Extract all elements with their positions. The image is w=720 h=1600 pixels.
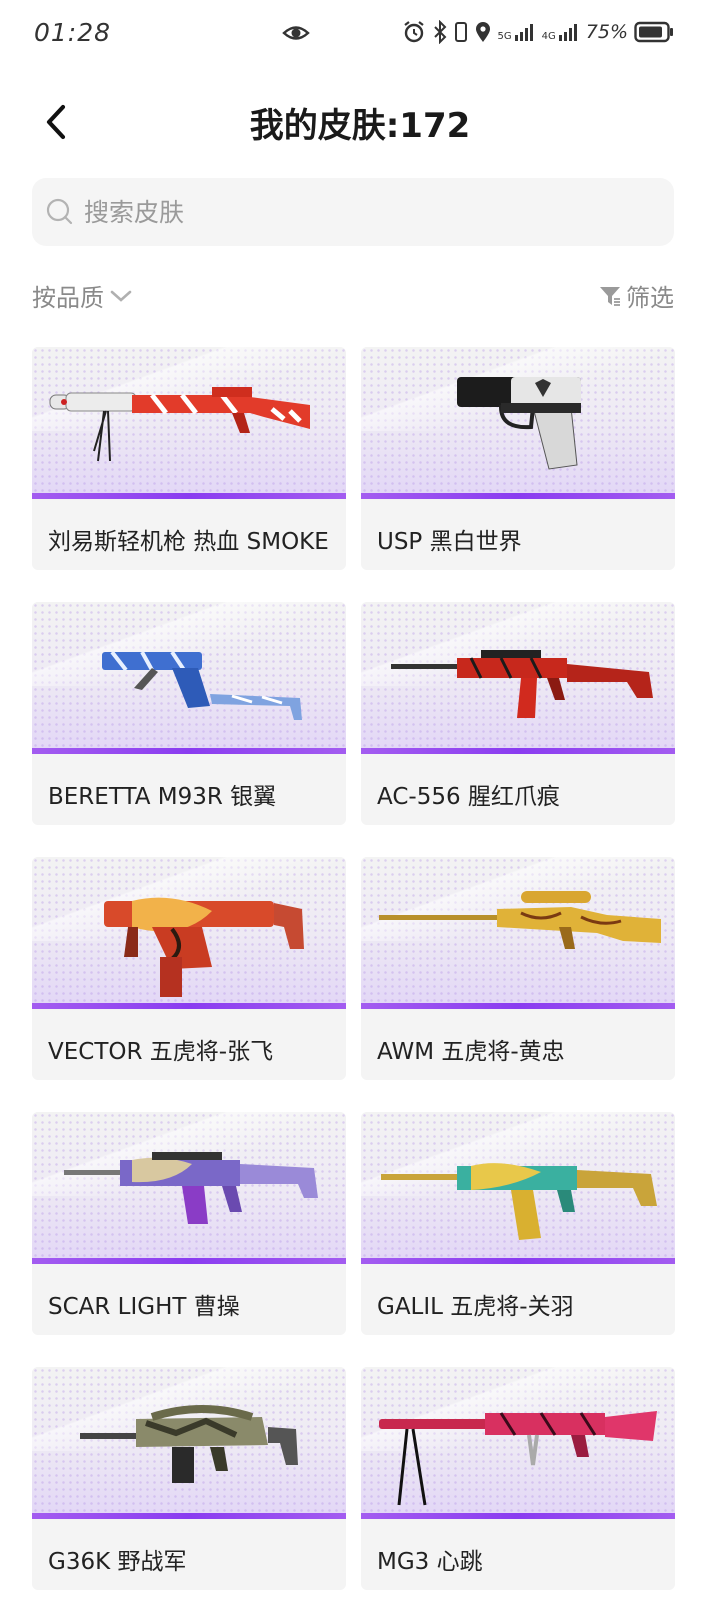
- funnel-icon: [600, 286, 620, 306]
- skin-image: [32, 347, 346, 499]
- battery-percent: 75%: [585, 21, 628, 43]
- skin-image: [32, 1367, 346, 1519]
- skin-image: [32, 857, 346, 1009]
- beretta-pistol-icon: [102, 650, 302, 720]
- skin-name: AC-556 腥红爪痕: [377, 784, 560, 810]
- skin-image: [32, 1112, 346, 1264]
- rarity-bar: [32, 1258, 346, 1264]
- location-icon: [474, 20, 492, 44]
- vibrate-icon: [454, 20, 468, 44]
- rarity-bar: [361, 748, 675, 754]
- filter-row: 按品质 筛选: [32, 278, 674, 318]
- mg3-machinegun-icon: [379, 1411, 657, 1506]
- page-title: 我的皮肤:172: [249, 106, 471, 146]
- skin-name: G36K 野战军: [48, 1549, 187, 1575]
- skin-card[interactable]: 刘易斯轻机枪 热血 SMOKE: [32, 347, 346, 570]
- chevron-down-icon: [110, 290, 132, 302]
- skin-image: [361, 602, 675, 754]
- filter-label: 筛选: [626, 284, 674, 312]
- status-time: 01:28: [34, 18, 112, 47]
- galil-rifle-icon: [381, 1163, 657, 1240]
- search-icon: [46, 198, 74, 226]
- sort-by-quality-dropdown[interactable]: 按品质: [32, 278, 132, 313]
- lewis-gun-icon: [49, 387, 310, 462]
- g36k-rifle-icon: [80, 1405, 298, 1483]
- awm-sniper-icon: [379, 891, 661, 949]
- vector-smg-icon: [104, 897, 304, 997]
- skin-card[interactable]: USP 黑白世界: [361, 347, 675, 570]
- skin-name: 刘易斯轻机枪 热血 SMOKE: [48, 529, 329, 555]
- usp-pistol-icon: [457, 377, 581, 470]
- rarity-bar: [32, 1513, 346, 1519]
- signal-4g-label: 4G: [541, 31, 556, 42]
- skin-image: [361, 1112, 675, 1264]
- skin-name: BERETTA M93R 银翼: [48, 784, 277, 810]
- skin-card[interactable]: GALIL 五虎将-关羽: [361, 1112, 675, 1335]
- eye-icon: [282, 22, 310, 48]
- ac556-rifle-icon: [391, 650, 653, 718]
- skin-card[interactable]: G36K 野战军: [32, 1367, 346, 1590]
- scar-rifle-icon: [64, 1152, 318, 1224]
- signal-5g-icon: 5G: [498, 22, 536, 42]
- skin-image: [361, 347, 675, 499]
- rarity-bar: [361, 493, 675, 499]
- skin-image: [361, 857, 675, 1009]
- rarity-bar: [361, 1513, 675, 1519]
- rarity-bar: [361, 1003, 675, 1009]
- search-input[interactable]: [82, 196, 646, 228]
- skin-name: SCAR LIGHT 曹操: [48, 1294, 240, 1320]
- skin-card[interactable]: VECTOR 五虎将-张飞: [32, 857, 346, 1080]
- skin-name: USP 黑白世界: [377, 529, 522, 555]
- status-icons: 5G 4G 75%: [402, 20, 674, 44]
- skin-card[interactable]: AWM 五虎将-黄忠: [361, 857, 675, 1080]
- skin-name: AWM 五虎将-黄忠: [377, 1039, 565, 1065]
- signal-4g-icon: 4G: [542, 22, 580, 42]
- rarity-bar: [32, 1003, 346, 1009]
- header: 我的皮肤:172: [0, 84, 720, 158]
- skin-card[interactable]: BERETTA M93R 银翼: [32, 602, 346, 825]
- search-bar[interactable]: [32, 178, 674, 246]
- skin-name: VECTOR 五虎将-张飞: [48, 1039, 274, 1065]
- skin-image: [361, 1367, 675, 1519]
- skin-grid: 刘易斯轻机枪 热血 SMOKE USP 黑白世界 BERETTA M93R 银翼…: [32, 347, 675, 1590]
- battery-icon: [634, 21, 674, 43]
- skin-card[interactable]: AC-556 腥红爪痕: [361, 602, 675, 825]
- bluetooth-icon: [432, 20, 448, 44]
- sort-label: 按品质: [32, 284, 104, 312]
- filter-button[interactable]: 筛选: [598, 278, 674, 313]
- skin-name: GALIL 五虎将-关羽: [377, 1294, 574, 1320]
- rarity-bar: [32, 748, 346, 754]
- skin-card[interactable]: MG3 心跳: [361, 1367, 675, 1590]
- status-bar: 01:28 5G 4G 75%: [0, 0, 720, 70]
- rarity-bar: [361, 1258, 675, 1264]
- skin-name: MG3 心跳: [377, 1549, 483, 1575]
- alarm-icon: [402, 20, 426, 44]
- signal-5g-label: 5G: [497, 31, 512, 42]
- rarity-bar: [32, 493, 346, 499]
- skin-image: [32, 602, 346, 754]
- skin-card[interactable]: SCAR LIGHT 曹操: [32, 1112, 346, 1335]
